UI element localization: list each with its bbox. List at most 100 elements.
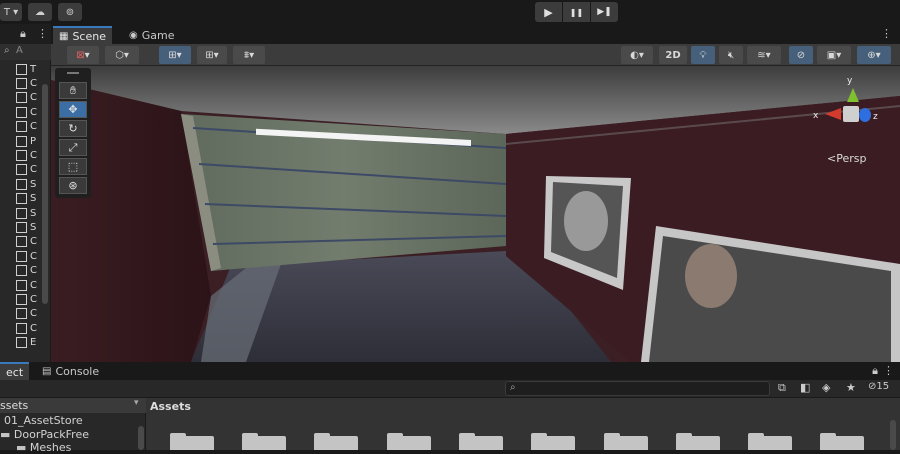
tool-palette: ✋︎ ✥ ↻ ⤢ ⬚ ⊛ <box>55 68 91 198</box>
hierarchy-item[interactable]: C <box>0 321 51 335</box>
scale-tool-button[interactable]: ⤢ <box>59 139 87 156</box>
tab-scene-label: Scene <box>72 29 106 43</box>
draw-mode-dropdown[interactable]: ⊠ ▾ <box>67 46 99 64</box>
tree-item[interactable]: 01_AssetStore <box>4 414 83 427</box>
folder-icon[interactable] <box>748 433 792 450</box>
tab-project[interactable]: ect <box>0 362 30 380</box>
filter-type-icon[interactable]: ◧ <box>800 381 810 394</box>
gizmo-y-axis[interactable] <box>847 88 859 102</box>
tab-game-label: Game <box>141 28 175 42</box>
cube-icon <box>16 63 27 75</box>
tag-icon[interactable]: ◈ <box>822 381 830 394</box>
cube-icon <box>16 149 27 161</box>
hierarchy-tab: 🔒︎ ⋮ <box>0 24 51 44</box>
orientation-gizmo[interactable]: y x z <Persp <box>809 74 889 165</box>
gizmos-dropdown[interactable]: ⊕ ▾ <box>857 46 891 64</box>
gizmo-z-axis[interactable] <box>859 108 871 122</box>
lock-icon[interactable]: 🔒︎ <box>872 364 878 378</box>
folder-icon[interactable] <box>531 433 575 450</box>
hierarchy-item-label: C <box>30 265 37 277</box>
folder-icon[interactable] <box>604 433 648 450</box>
hierarchy-item[interactable]: C <box>0 307 51 321</box>
account-label: T <box>3 6 10 18</box>
hierarchy-item-label: S <box>30 193 37 205</box>
audio-toggle[interactable]: 🔇︎ <box>719 46 743 64</box>
chevron-down-icon[interactable]: ▾ <box>134 398 139 408</box>
2d-toggle[interactable]: 2D <box>659 46 687 64</box>
pause-button[interactable]: ❚❚ <box>563 2 590 22</box>
transform-tool-button[interactable]: ⊛ <box>59 177 87 194</box>
lighting-toggle[interactable]: 💡︎ <box>691 46 715 64</box>
folder-icon[interactable] <box>242 433 286 450</box>
folder-icon[interactable] <box>387 433 431 450</box>
palette-drag-handle[interactable] <box>67 72 79 74</box>
move-tool-button[interactable]: ✥ <box>59 101 87 118</box>
more-menu-icon[interactable]: ⋮ <box>881 27 892 40</box>
tree-header-label: ssets <box>0 399 29 412</box>
hierarchy-item-label: T <box>30 63 37 75</box>
grid-snap-dropdown[interactable]: ⊞ ▾ <box>197 46 227 64</box>
hidden-packages-toggle[interactable]: ⊘15 <box>868 381 889 392</box>
folder-icon[interactable] <box>820 433 864 450</box>
hierarchy-item[interactable]: T <box>0 62 51 76</box>
shading-icon: ⊠ <box>76 49 85 61</box>
more-menu-icon[interactable]: ⋮ <box>37 27 48 40</box>
folder-icon[interactable] <box>459 433 503 450</box>
top-toolbar: T ▾ ☁ ⊚ ▶ ❚❚ ▶❚ <box>0 0 900 24</box>
step-button[interactable]: ▶❚ <box>591 2 618 22</box>
collab-icon[interactable]: ⊚ <box>58 3 82 21</box>
hierarchy-item-label: C <box>30 164 37 176</box>
hierarchy-item-label: C <box>30 149 37 161</box>
grid-snap-icon: ⊞ <box>205 49 214 61</box>
scale-icon: ⤢ <box>68 140 78 154</box>
hand-tool-button[interactable]: ✋︎ <box>59 82 87 99</box>
snap-toggle[interactable]: ⊞ ▾ <box>159 46 191 64</box>
eye-slash-icon: ⊘ <box>796 49 806 61</box>
scene-visibility-toggle[interactable]: ⊘ <box>789 46 813 64</box>
tree-item[interactable]: ▬ DoorPackFree <box>0 428 89 441</box>
folder-icon[interactable] <box>170 433 214 450</box>
cube-icon <box>16 106 27 118</box>
folder-icon[interactable] <box>314 433 358 450</box>
hierarchy-search[interactable]: ⌕ A <box>0 44 51 60</box>
grid-icon: ▦ <box>59 30 69 42</box>
assets-breadcrumb[interactable]: Assets <box>150 400 191 413</box>
search-input[interactable]: A <box>16 45 23 56</box>
more-menu-icon[interactable]: ⋮ <box>883 364 894 377</box>
tab-scene[interactable]: ▦ Scene <box>53 26 112 44</box>
tree-header[interactable]: ssets ▾ <box>0 398 146 413</box>
scene-viewport[interactable]: y x z <Persp <box>51 66 900 362</box>
search-by-type-icon[interactable]: ⧉ <box>778 381 786 395</box>
hierarchy-panel: 🔒︎ ⋮ ⌕ A TCCCCPCCSSSSCCCCCCCE <box>0 24 51 362</box>
increment-snap-dropdown[interactable]: ⩩ ▾ <box>233 46 265 64</box>
play-button[interactable]: ▶ <box>535 2 562 22</box>
folder-icon[interactable] <box>676 433 720 450</box>
hierarchy-item-label: C <box>30 236 37 248</box>
cube-icon <box>16 337 27 349</box>
hierarchy-item[interactable]: E <box>0 336 51 350</box>
rotate-tool-button[interactable]: ↻ <box>59 120 87 137</box>
perspective-label[interactable]: <Persp <box>827 152 866 165</box>
account-dropdown[interactable]: T ▾ <box>0 3 22 21</box>
star-icon[interactable]: ★ <box>846 381 856 394</box>
view-options-dropdown[interactable]: ⬡ ▾ <box>105 46 139 64</box>
hierarchy-scrollbar[interactable] <box>42 84 48 304</box>
camera-dropdown[interactable]: ▣ ▾ <box>817 46 851 64</box>
search-icon: ⌕ <box>4 45 10 56</box>
tab-game[interactable]: ◉ Game <box>123 26 180 44</box>
hierarchy-item-label: C <box>30 92 37 104</box>
tree-scrollbar[interactable] <box>138 426 144 450</box>
cloud-icon[interactable]: ☁ <box>28 3 52 21</box>
assets-scrollbar[interactable] <box>890 420 896 450</box>
effects-dropdown[interactable]: ≋ ▾ <box>747 46 781 64</box>
render-mode-dropdown[interactable]: ◐ ▾ <box>621 46 653 64</box>
tree-item[interactable]: ▬ Meshes <box>16 441 71 454</box>
gizmo-center-cube[interactable] <box>843 106 859 122</box>
lock-icon[interactable]: 🔒︎ <box>20 27 26 41</box>
gizmo-x-axis[interactable] <box>825 108 841 120</box>
cube-icon <box>16 265 27 277</box>
tree-item-label: Meshes <box>29 441 72 454</box>
tab-console[interactable]: ▤ Console <box>36 362 105 380</box>
rect-tool-button[interactable]: ⬚ <box>59 158 87 175</box>
project-search-input[interactable]: ⌕ <box>505 381 770 396</box>
